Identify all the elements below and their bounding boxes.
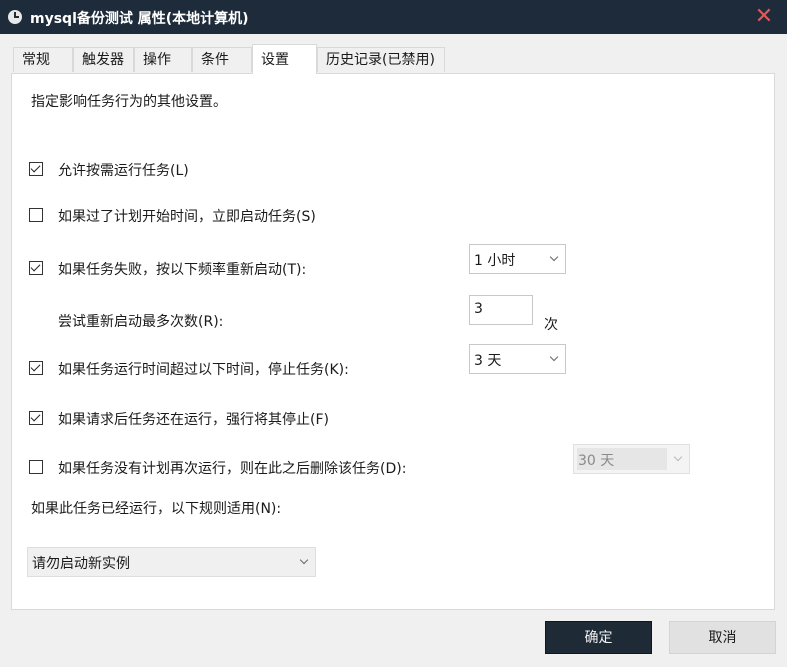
tab-history[interactable]: 历史记录(已禁用)	[317, 47, 445, 72]
tab-triggers[interactable]: 触发器	[73, 47, 134, 72]
force-stop-label[interactable]: 如果请求后任务还在运行，强行将其停止(F)	[58, 409, 329, 429]
delete-duration-value: 30 天	[578, 453, 615, 469]
stop-if-runs-longer-label[interactable]: 如果任务运行时间超过以下时间，停止任务(K):	[58, 359, 349, 379]
tab-settings[interactable]: 设置	[252, 44, 317, 74]
cancel-button[interactable]: 取消	[669, 621, 776, 654]
chevron-down-icon	[299, 555, 309, 565]
restart-attempts-input[interactable]: 3	[469, 295, 533, 325]
tab-general[interactable]: 常规	[13, 47, 73, 72]
settings-description: 指定影响任务行为的其他设置。	[31, 94, 227, 110]
stop-if-runs-longer-checkbox[interactable]	[29, 361, 43, 375]
title-bar: mysql备份测试 属性(本地计算机) ✕	[0, 0, 787, 34]
restart-attempts-unit: 次	[544, 317, 558, 333]
tab-actions[interactable]: 操作	[134, 47, 192, 72]
already-running-value: 请勿启动新实例	[32, 556, 130, 572]
restart-interval-value: 1 小时	[474, 253, 516, 269]
run-asap-label[interactable]: 如果过了计划开始时间，立即启动任务(S)	[58, 206, 316, 226]
chevron-down-icon	[549, 352, 559, 362]
already-running-dropdown[interactable]: 请勿启动新实例	[27, 547, 316, 577]
restart-interval-dropdown[interactable]: 1 小时	[469, 244, 566, 274]
settings-panel: 指定影响任务行为的其他设置。 允许按需运行任务(L) 如果过了计划开始时间，立即…	[11, 73, 775, 610]
restart-attempts-value: 3	[474, 301, 483, 317]
delete-duration-dropdown[interactable]: 30 天	[573, 444, 690, 474]
tab-conditions[interactable]: 条件	[192, 47, 252, 72]
stop-duration-value: 3 天	[474, 353, 502, 369]
run-asap-checkbox[interactable]	[29, 208, 43, 222]
restart-attempts-label: 尝试重新启动最多次数(R):	[58, 314, 224, 330]
stop-duration-dropdown[interactable]: 3 天	[469, 344, 566, 374]
task-clock-icon	[8, 10, 22, 24]
restart-on-failure-checkbox[interactable]	[29, 261, 43, 275]
allow-on-demand-checkbox[interactable]	[29, 162, 43, 176]
chevron-down-icon	[549, 252, 559, 262]
ok-button[interactable]: 确定	[545, 621, 652, 654]
chevron-down-icon	[673, 452, 683, 462]
delete-if-not-scheduled-checkbox[interactable]	[29, 460, 43, 474]
already-running-label: 如果此任务已经运行，以下规则适用(N):	[31, 501, 282, 517]
close-icon[interactable]: ✕	[741, 0, 787, 34]
window-title: mysql备份测试 属性(本地计算机)	[30, 11, 249, 27]
force-stop-checkbox[interactable]	[29, 411, 43, 425]
allow-on-demand-label[interactable]: 允许按需运行任务(L)	[58, 160, 189, 180]
delete-if-not-scheduled-label[interactable]: 如果任务没有计划再次运行，则在此之后删除该任务(D):	[58, 458, 406, 478]
restart-on-failure-label[interactable]: 如果任务失败，按以下频率重新启动(T):	[58, 259, 306, 279]
